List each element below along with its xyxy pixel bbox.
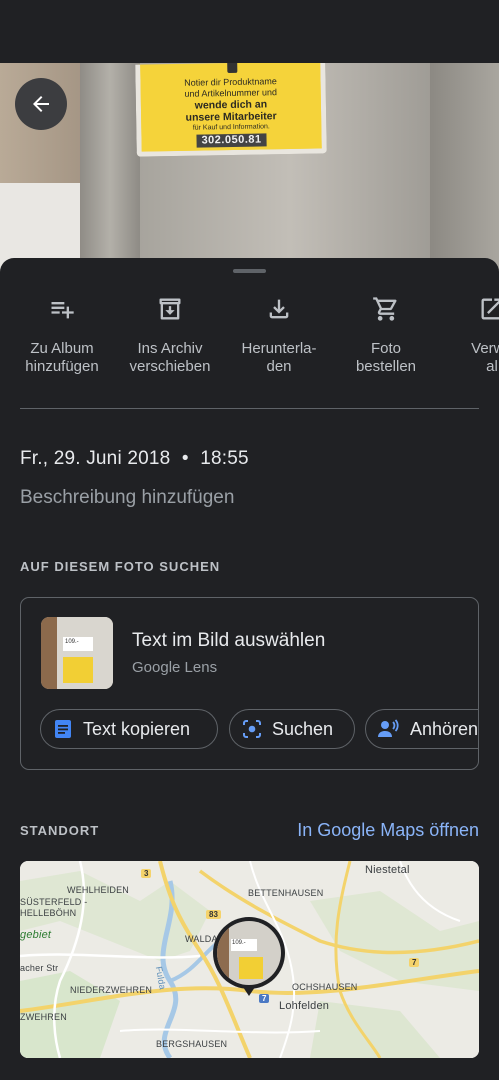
time-text: 18:55 [200, 448, 249, 469]
lens-thumbnail: 109.- [41, 617, 113, 689]
map-label-lohfelden: Lohfelden [279, 1000, 330, 1012]
action-row: Zu Album hinzufügen Ins Archiv verschieb… [0, 294, 499, 384]
listen-chip[interactable]: Anhören [365, 709, 479, 749]
add-to-album-button[interactable]: Zu Album hinzufügen [10, 294, 114, 376]
divider [20, 408, 479, 409]
map-label-acher: acher Str [20, 963, 59, 973]
location-section-title: STANDORT [20, 823, 100, 838]
lens-chip-row: Text kopieren Suchen Anhören [40, 709, 479, 751]
date-time: Fr., 29. Juni 2018 • 18:55 [20, 448, 249, 470]
photo-location-pin[interactable]: 109.- [213, 917, 285, 989]
arrow-back-icon [33, 96, 49, 112]
archive-icon [159, 298, 181, 320]
listen-icon [378, 719, 399, 737]
sticker-small: für Kauf und Information. [192, 123, 270, 132]
archive-label: Ins Archiv verschieben [129, 340, 211, 375]
route-shield-83: 83 [206, 910, 221, 919]
add-to-album-label: Zu Album hinzufügen [25, 340, 99, 375]
map-label-niestetal: Niestetal [365, 864, 410, 876]
download-button[interactable]: Herunterla- den [227, 294, 331, 376]
back-button[interactable] [15, 78, 67, 130]
copy-text-icon [55, 720, 71, 738]
copy-text-chip[interactable]: Text kopieren [40, 709, 218, 749]
map-label-bergshausen: BERGSHAUSEN [156, 1039, 228, 1049]
photo-pole [80, 63, 140, 273]
date-separator: • [181, 448, 189, 469]
open-google-maps-link[interactable]: In Google Maps öffnen [297, 820, 479, 841]
route-shield-7a: 7 [409, 958, 420, 967]
order-photo-label: Foto bestellen [355, 340, 417, 375]
archive-button[interactable]: Ins Archiv verschieben [118, 294, 222, 376]
pin-tip [243, 987, 255, 996]
lens-title: Text im Bild auswählen [132, 630, 326, 651]
use-as-button[interactable]: Verwe al [440, 294, 499, 376]
lens-section-title: AUF DIESEM FOTO SUCHEN [20, 559, 221, 574]
map-label-gebiet: gebiet [20, 929, 52, 941]
lens-search-icon [243, 720, 261, 738]
open-in-new-icon [481, 298, 499, 320]
location-map[interactable]: Niestetal WEHLHEIDEN BETTENHAUSEN SÜSTER… [20, 861, 479, 1058]
details-sheet: Zu Album hinzufügen Ins Archiv verschieb… [0, 258, 499, 1080]
use-as-label: Verwe al [471, 340, 499, 375]
copy-text-label: Text kopieren [83, 718, 191, 739]
map-label-zwehren: ZWEHREN [20, 1012, 67, 1022]
lens-thumb-price: 109.- [63, 637, 93, 651]
map-label-ochshausen: OCHSHAUSEN [292, 982, 358, 992]
search-chip[interactable]: Suchen [229, 709, 355, 749]
description-field[interactable]: Beschreibung hinzufügen [20, 487, 234, 509]
route-shield-7b: 7 [259, 994, 270, 1003]
sticker-code: 302.050.81 [196, 133, 267, 148]
search-chip-label: Suchen [272, 718, 334, 739]
photo-panel-right [430, 63, 499, 273]
lens-subtitle: Google Lens [132, 659, 218, 676]
listen-chip-label: Anhören [410, 718, 479, 739]
map-label-susterfeld: SÜSTERFELD - [20, 897, 88, 907]
photo-sticker: Notier dir Produktname und Artikelnummer… [135, 63, 327, 157]
order-photo-button[interactable]: Foto bestellen [334, 294, 438, 376]
photo-preview[interactable]: Notier dir Produktname und Artikelnummer… [0, 63, 499, 273]
route-shield-3: 3 [141, 869, 152, 878]
playlist-add-icon [51, 302, 74, 319]
download-icon [269, 299, 289, 319]
sticker-knob [227, 63, 238, 74]
map-label-niederzwehren: NIEDERZWEHREN [70, 985, 153, 995]
drag-handle[interactable] [233, 269, 266, 273]
status-bar [0, 0, 499, 63]
date-text: Fr., 29. Juni 2018 [20, 448, 171, 469]
pin-price: 109.- [231, 939, 257, 951]
map-label-wehlheiden: WEHLHEIDEN [67, 885, 130, 895]
download-label: Herunterla- den [241, 340, 317, 375]
map-label-hellebohn: HELLEBÖHN [20, 908, 77, 918]
shopping-cart-icon [373, 297, 397, 321]
map-label-bettenhausen: BETTENHAUSEN [248, 888, 324, 898]
google-lens-card[interactable]: 109.- Text im Bild auswählen Google Lens… [20, 597, 479, 770]
